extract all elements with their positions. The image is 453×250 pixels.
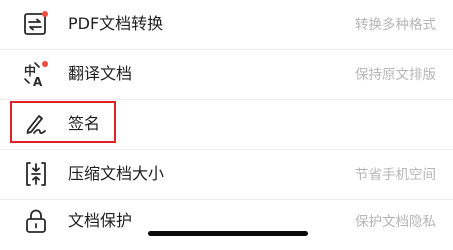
svg-text:A: A	[33, 75, 43, 89]
home-indicator[interactable]	[148, 231, 308, 236]
list-item-protect[interactable]: 文档保护 保护文档隐私	[0, 200, 453, 250]
list-item-description: 保持原文排版	[355, 67, 436, 83]
translate-icon: 中 A	[20, 58, 52, 90]
compress-icon	[20, 158, 52, 190]
list-item-pdf-convert[interactable]: PDF文档转换 转换多种格式	[0, 0, 453, 50]
list-item-description: 保护文档隐私	[355, 214, 436, 230]
list-item-translate[interactable]: 中 A 翻译文档 保持原文排版	[0, 50, 453, 100]
list-item-label: PDF文档转换	[68, 14, 164, 33]
convert-icon	[20, 8, 52, 40]
list-item-label: 翻译文档	[68, 64, 133, 83]
list-item-description: 转换多种格式	[355, 17, 436, 33]
highlight-box	[10, 101, 116, 143]
list-item-description: 节省手机空间	[355, 167, 436, 183]
list-item-label: 文档保护	[68, 211, 133, 230]
notification-badge	[42, 11, 48, 17]
list-item-compress[interactable]: 压缩文档大小 节省手机空间	[0, 150, 453, 200]
lock-icon	[20, 205, 52, 237]
list-item-label: 压缩文档大小	[68, 164, 165, 183]
notification-badge	[42, 61, 48, 67]
